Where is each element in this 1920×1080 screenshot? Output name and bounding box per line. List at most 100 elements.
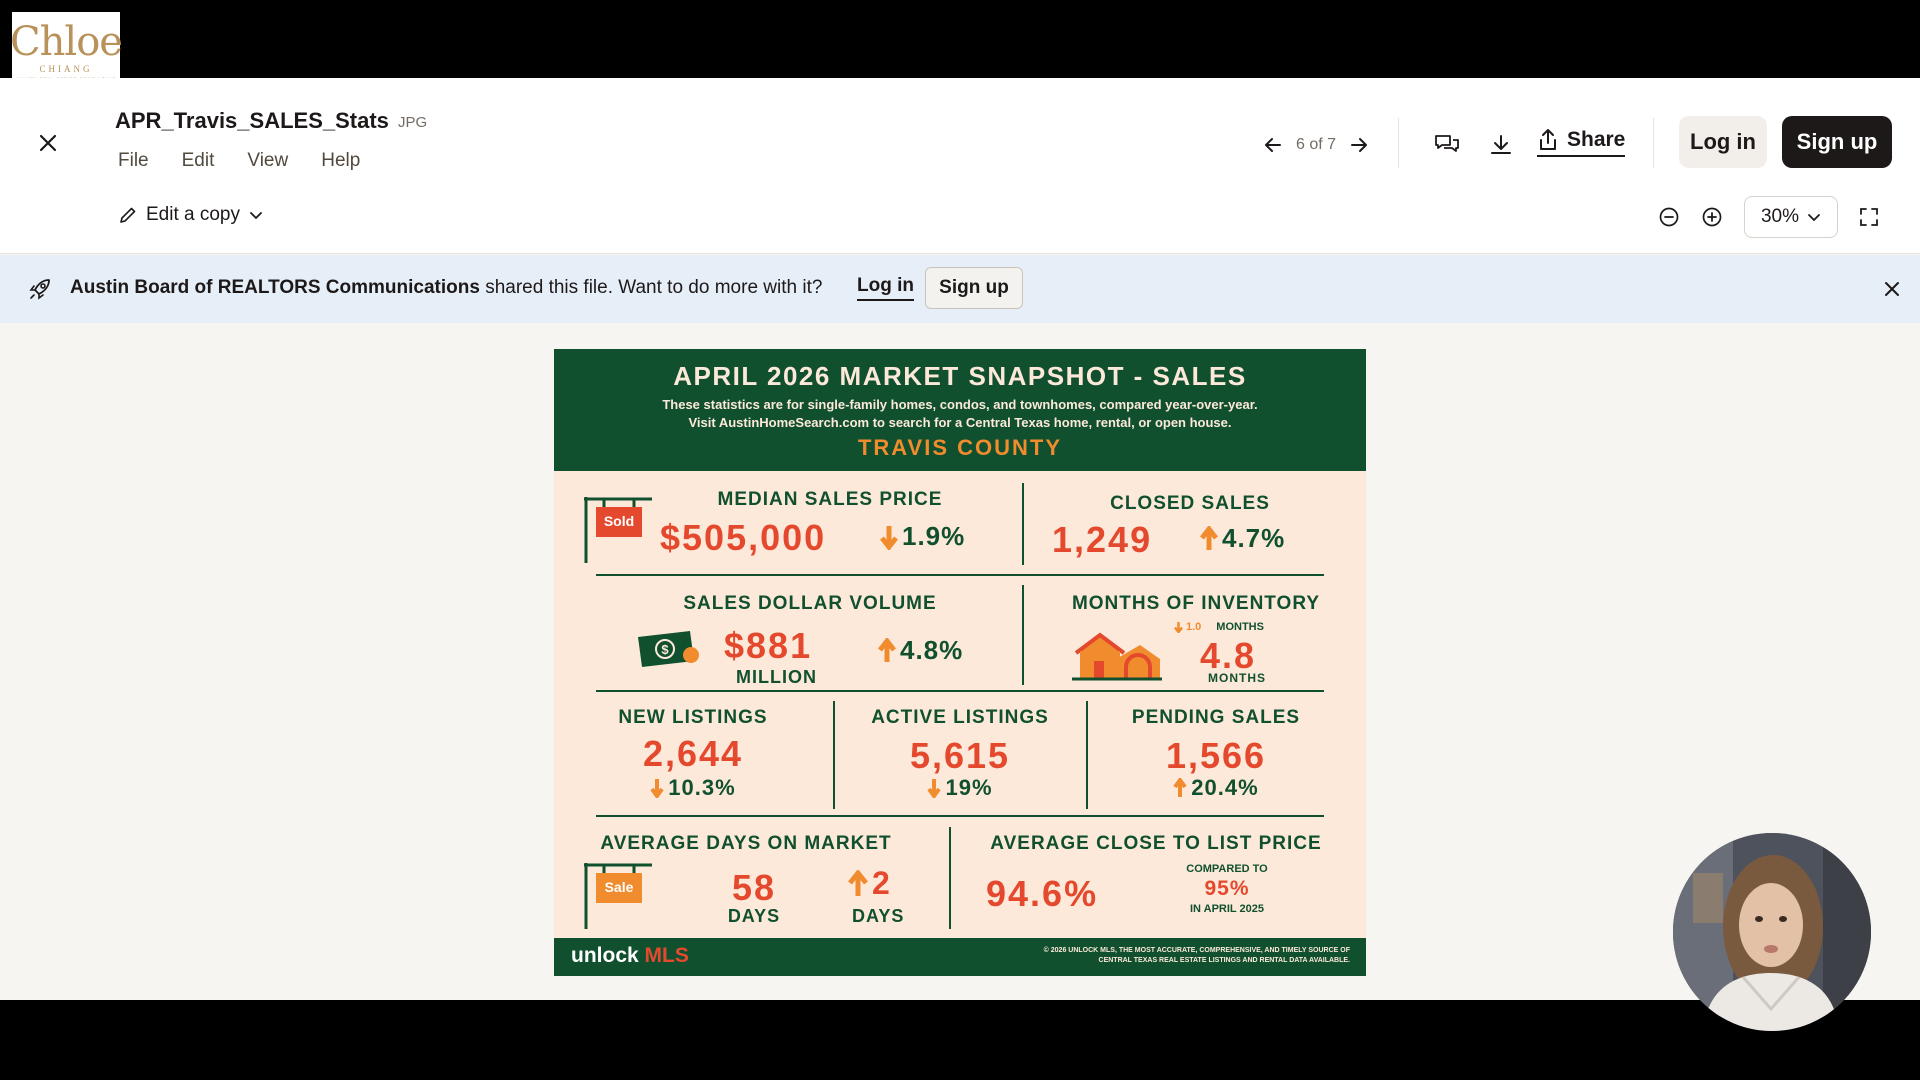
county-name: TRAVIS COUNTY [857, 435, 1063, 460]
toolbar-divider [1653, 118, 1654, 168]
zoom-out-button[interactable] [1656, 204, 1682, 230]
share-label: Share [1567, 128, 1626, 151]
new-listings-change: 10.3% [596, 775, 790, 801]
next-page-button[interactable] [1348, 134, 1370, 156]
new-listings-label: NEW LISTINGS [618, 707, 768, 728]
menu-view[interactable]: View [247, 150, 288, 172]
comments-button[interactable] [1432, 130, 1462, 160]
svg-text:$: $ [661, 642, 669, 657]
divider [1022, 585, 1024, 685]
zoom-in-button[interactable] [1699, 204, 1725, 230]
divider [596, 690, 1324, 692]
closed-sales-value: 1,249 [1052, 519, 1153, 560]
share-icon [1540, 129, 1556, 150]
arrow-up-icon [1200, 525, 1218, 550]
arrow-down-icon [927, 779, 942, 798]
compared-to-value: 95% [1204, 877, 1250, 900]
market-snapshot-image: APRIL 2026 MARKET SNAPSHOT - SALES These… [554, 349, 1366, 976]
arrow-up-icon [1173, 778, 1187, 797]
unlock-mls-logo: unlock MLS [571, 944, 689, 967]
banner-message: Austin Board of REALTORS Communications … [70, 277, 822, 299]
zoom-level-select[interactable]: 30% [1744, 196, 1838, 238]
infographic-header: APRIL 2026 MARKET SNAPSHOT - SALES These… [554, 349, 1366, 471]
banner-sign-up-button[interactable]: Sign up [925, 267, 1023, 309]
previous-page-button[interactable] [1262, 134, 1284, 156]
sold-sign-text: Sold [603, 513, 635, 529]
file-type-badge: JPG [398, 114, 428, 131]
divider [596, 574, 1324, 576]
pending-sales-label: PENDING SALES [1131, 707, 1301, 728]
sales-dollar-volume-label: SALES DOLLAR VOLUME [683, 593, 937, 614]
close-icon [39, 134, 57, 152]
median-sales-price-label: MEDIAN SALES PRICE [717, 489, 943, 510]
money-icon: $ [638, 631, 699, 667]
months-of-inventory-label: MONTHS OF INVENTORY [1071, 593, 1321, 614]
banner-log-in-link[interactable]: Log in [857, 275, 914, 301]
log-in-button[interactable]: Log in [1679, 116, 1767, 168]
chevron-down-icon [1808, 214, 1820, 222]
sales-dollar-volume-unit: MILLION [736, 667, 817, 687]
menu-help[interactable]: Help [321, 150, 360, 172]
menu-edit[interactable]: Edit [182, 150, 215, 172]
download-icon [1491, 135, 1511, 154]
average-close-to-list-label: AVERAGE CLOSE TO LIST PRICE [990, 833, 1322, 854]
infographic-subtitle: Visit AustinHomeSearch.com to search for… [688, 415, 1232, 430]
divider [833, 701, 835, 809]
active-listings-change: 19% [836, 775, 1084, 801]
edit-a-copy-label: Edit a copy [146, 204, 240, 225]
sign-up-button[interactable]: Sign up [1782, 116, 1892, 168]
chevron-down-icon [250, 212, 262, 220]
dismiss-banner-button[interactable] [1880, 277, 1904, 301]
presenter-webcam [1673, 833, 1871, 1031]
share-button[interactable]: Share [1537, 128, 1626, 157]
arrow-right-icon [1351, 138, 1368, 152]
arrow-up-icon [848, 869, 868, 896]
house-icon [1072, 632, 1162, 681]
page-indicator: 6 of 7 [1296, 136, 1337, 153]
average-days-on-market-change: 2 [848, 865, 891, 902]
compared-to-period: IN APRIL 2025 [1190, 903, 1264, 915]
close-viewer-button[interactable] [36, 126, 60, 160]
months-of-inventory-unit: MONTHS [1208, 671, 1266, 685]
banner-message-text: shared this file. Want to do more with i… [479, 277, 823, 298]
zoom-in-icon [1702, 207, 1722, 227]
pencil-icon [120, 207, 136, 223]
shared-file-banner: Austin Board of REALTORS Communications … [0, 255, 1920, 323]
pending-sales-change: 20.4% [1088, 775, 1344, 801]
edit-a-copy-button[interactable]: Edit a copy [118, 204, 264, 226]
infographic-title: APRIL 2026 MARKET SNAPSHOT - SALES [673, 361, 1247, 391]
zoom-level-value: 30% [1760, 206, 1800, 227]
infographic-footer: unlock MLS © 2026 UNLOCK MLS, THE MOST A… [554, 938, 1366, 976]
zoom-out-icon [1659, 207, 1679, 227]
menu-bar: File Edit View Help [118, 150, 393, 172]
sharer-name: Austin Board of REALTORS Communications [70, 277, 480, 298]
file-viewer-window: APR_Travis_SALES_Stats JPG File Edit Vie… [0, 78, 1920, 1000]
viewer-header: APR_Travis_SALES_Stats JPG File Edit Vie… [0, 78, 1920, 254]
median-sales-price-change: 1.9% [880, 521, 965, 552]
average-days-on-market-label: AVERAGE DAYS ON MARKET [600, 833, 892, 854]
arrow-down-icon [1174, 622, 1183, 633]
arrow-down-icon [880, 525, 898, 550]
active-listings-value: 5,615 [909, 735, 1011, 776]
active-listings-label: ACTIVE LISTINGS [871, 707, 1049, 728]
sale-sign-icon [584, 863, 652, 929]
average-days-on-market-value: 58 [731, 867, 777, 908]
page-navigator: 6 of 7 [1262, 128, 1370, 162]
average-close-to-list-value: 94.6% [986, 873, 1099, 914]
arrow-up-icon [878, 637, 896, 662]
infographic-subtitle: These statistics are for single-family h… [662, 397, 1258, 412]
closed-sales-label: CLOSED SALES [1110, 493, 1270, 514]
new-listings-value: 2,644 [642, 733, 744, 774]
sold-sign-icon [584, 497, 652, 563]
menu-file[interactable]: File [118, 150, 149, 172]
divider [596, 815, 1324, 817]
sales-dollar-volume-value: $881 [724, 625, 813, 666]
download-button[interactable] [1486, 130, 1516, 160]
presenter-video-image [1673, 833, 1871, 1031]
compared-to-label: COMPARED TO [1186, 863, 1268, 875]
footer-copyright: © 2026 UNLOCK MLS, THE MOST ACCURATE, CO… [1043, 947, 1350, 964]
months-of-inventory-change: 1.0 MONTHS [1174, 621, 1264, 633]
fullscreen-button[interactable] [1856, 204, 1882, 230]
arrow-down-icon [650, 779, 664, 798]
comments-icon [1435, 135, 1459, 152]
